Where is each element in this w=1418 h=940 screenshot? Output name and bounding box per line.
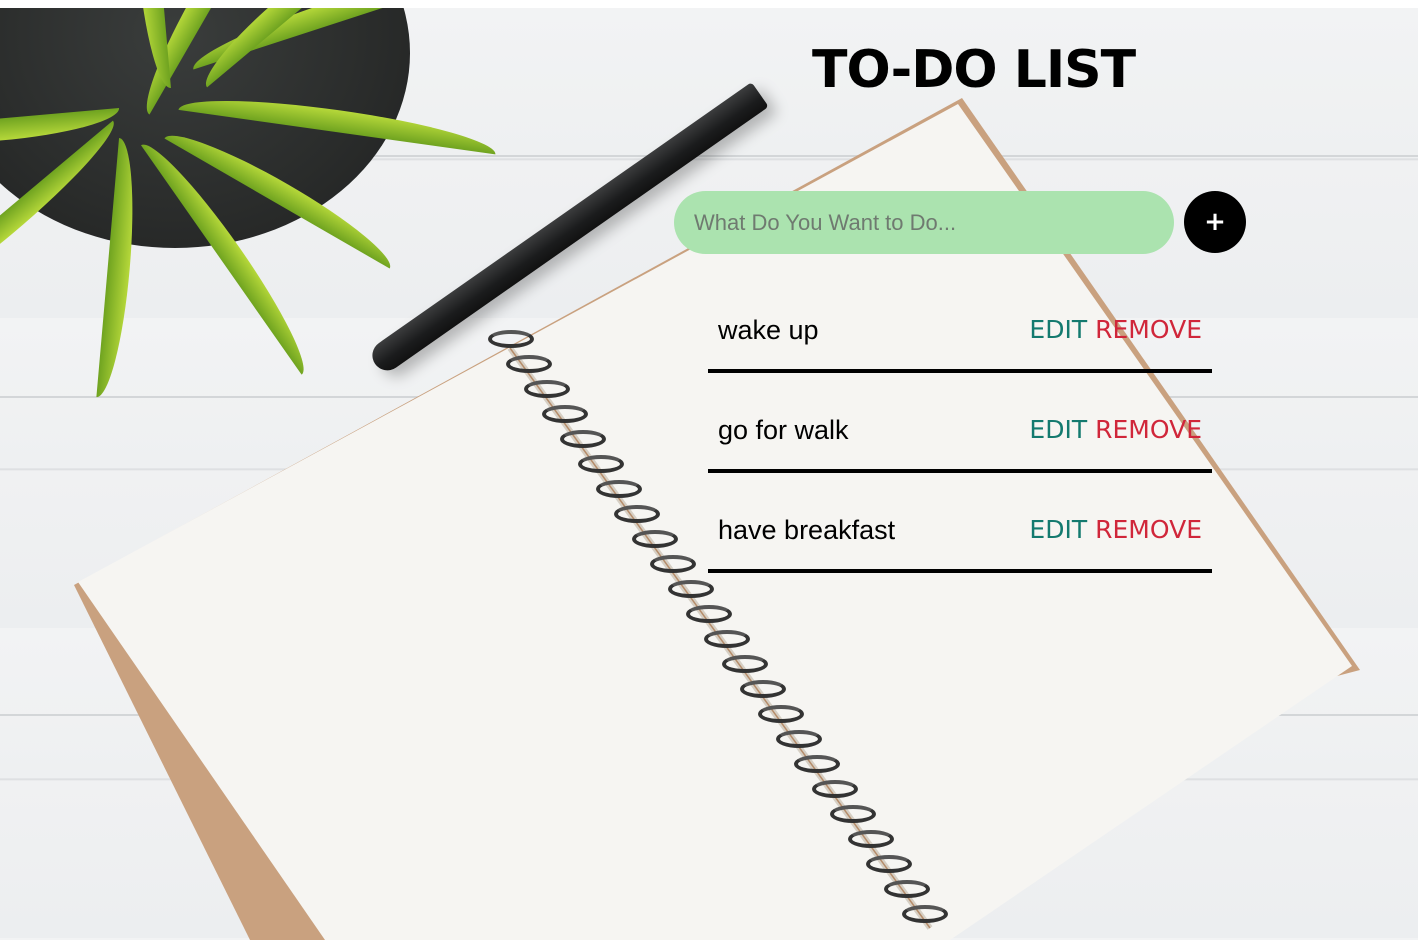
remove-button[interactable]: REMOVE [1095,515,1202,544]
top-strip [0,0,1418,8]
task-item: have breakfast EDIT REMOVE [708,500,1212,573]
task-actions: EDIT REMOVE [1029,315,1202,344]
plus-icon: + [1204,207,1226,237]
edit-button[interactable]: EDIT [1029,315,1087,344]
task-input[interactable] [674,191,1174,254]
task-list: wake up EDIT REMOVE go for walk EDIT REMOV… [708,300,1212,600]
edit-button[interactable]: EDIT [1029,515,1087,544]
task-actions: EDIT REMOVE [1029,415,1202,444]
add-task-form: + [674,191,1246,254]
edit-button[interactable]: EDIT [1029,415,1087,444]
remove-button[interactable]: REMOVE [1095,315,1202,344]
page-title: TO-DO LIST [812,40,1136,100]
task-item: go for walk EDIT REMOVE [708,400,1212,473]
task-actions: EDIT REMOVE [1029,515,1202,544]
task-text: go for walk [718,415,849,445]
task-item: wake up EDIT REMOVE [708,300,1212,373]
task-text: have breakfast [718,515,896,545]
add-task-button[interactable]: + [1184,191,1246,253]
remove-button[interactable]: REMOVE [1095,415,1202,444]
task-text: wake up [718,315,819,345]
